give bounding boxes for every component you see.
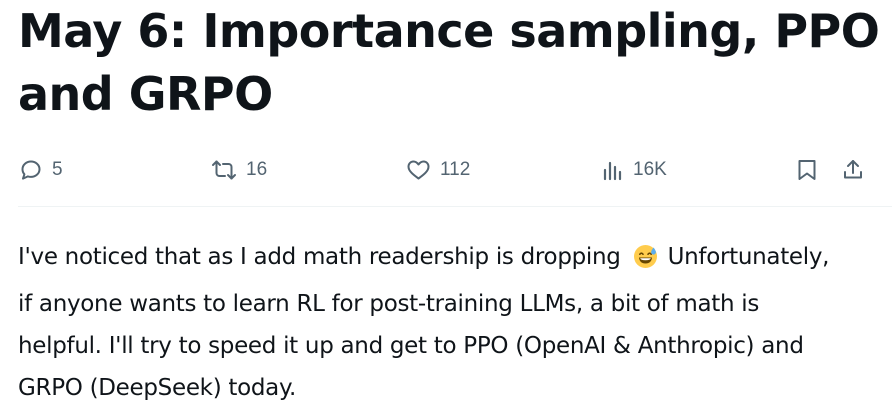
body-line-2: if anyone wants to learn RL for post-tra… — [18, 291, 760, 317]
views-button[interactable]: 16K — [603, 150, 667, 190]
repost-count: 16 — [246, 159, 268, 180]
bookmark-button[interactable] — [796, 150, 818, 190]
like-count: 112 — [440, 159, 471, 180]
bookmark-icon — [798, 160, 816, 180]
heart-icon — [407, 160, 430, 180]
like-button[interactable]: 112 — [406, 150, 470, 190]
reply-icon — [21, 160, 41, 180]
body-line-1-text-end: Unfortunately, — [667, 244, 830, 270]
repost-icon — [212, 160, 236, 180]
divider — [18, 206, 892, 207]
repost-button[interactable]: 16 — [211, 150, 267, 190]
share-icon — [844, 160, 862, 179]
views-count: 16K — [633, 159, 667, 180]
body-line-1-text: I've noticed that as I add math readersh… — [18, 244, 621, 270]
grinning-face-with-sweat-icon — [633, 241, 658, 283]
reply-button[interactable]: 5 — [19, 150, 63, 190]
body-line-4: GRPO (DeepSeek) today. — [18, 375, 297, 401]
post-title: May 6: Importance sampling, PPO and GRPO — [18, 4, 880, 121]
views-icon — [603, 161, 622, 181]
reply-count: 5 — [52, 159, 63, 180]
share-button[interactable] — [842, 150, 864, 190]
body-line-1: I've noticed that as I add math readersh… — [18, 236, 888, 283]
body-line-3: helpful. I'll try to speed it up and get… — [18, 333, 804, 359]
post-body: I've noticed that as I add math readersh… — [18, 236, 888, 409]
post-action-bar: 5 16 112 16K — [0, 150, 892, 190]
